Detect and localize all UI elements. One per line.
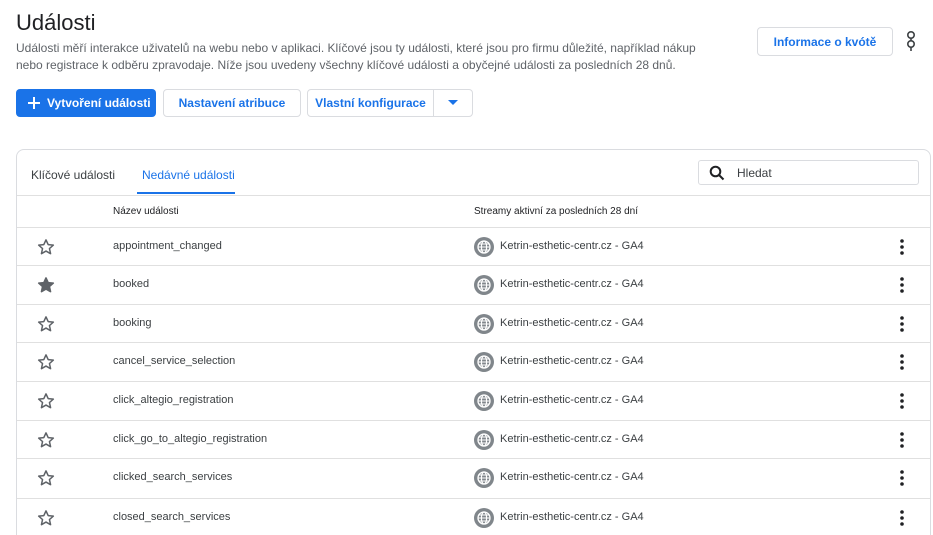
event-name[interactable]: booked [113, 278, 149, 290]
custom-config-group: Vlastní konfigurace [307, 89, 473, 117]
column-header-streams: Streamy aktivní za posledních 28 dní [474, 206, 638, 217]
tab-key-events[interactable]: Klíčové události [31, 168, 115, 182]
globe-icon [474, 275, 494, 295]
star-filled-icon[interactable] [37, 276, 55, 294]
page-description: Události měří interakce uživatelů na web… [16, 41, 696, 72]
create-event-button[interactable]: Vytvoření události [16, 89, 156, 117]
table-row: cancel_service_selection Ketrin-esthetic… [17, 342, 930, 380]
globe-icon [474, 237, 494, 257]
table-row: appointment_changed Ketrin-esthetic-cent… [17, 227, 930, 265]
globe-icon [474, 430, 494, 450]
table-row: click_altegio_registration Ketrin-esthet… [17, 381, 930, 419]
star-outline-icon[interactable] [37, 392, 55, 410]
search-icon [709, 165, 725, 180]
globe-icon [474, 391, 494, 411]
star-outline-icon[interactable] [37, 315, 55, 333]
more-vert-icon[interactable] [895, 431, 909, 449]
tab-recent-events[interactable]: Nedávné události [142, 168, 235, 182]
table-row: booked Ketrin-esthetic-centr.cz - GA4 [17, 265, 930, 303]
create-event-label: Vytvoření události [47, 96, 151, 110]
globe-icon [474, 352, 494, 372]
star-outline-icon[interactable] [37, 238, 55, 256]
events-card: Klíčové události Nedávné události Název … [16, 149, 931, 535]
page-title: Události [16, 10, 96, 35]
custom-config-dropdown[interactable] [434, 90, 472, 116]
table-row: clicked_search_services Ketrin-esthetic-… [17, 458, 930, 496]
event-stream: Ketrin-esthetic-centr.cz - GA4 [500, 278, 644, 290]
custom-config-button[interactable]: Vlastní konfigurace [308, 90, 434, 116]
event-name[interactable]: cancel_service_selection [113, 355, 235, 367]
event-stream: Ketrin-esthetic-centr.cz - GA4 [500, 511, 644, 523]
attribution-settings-button[interactable]: Nastavení atribuce [163, 89, 301, 117]
column-header-event-name: Název události [113, 206, 179, 217]
globe-icon [474, 508, 494, 528]
star-outline-icon[interactable] [37, 509, 55, 527]
star-outline-icon[interactable] [37, 431, 55, 449]
more-vert-icon[interactable] [895, 353, 909, 371]
plus-icon [28, 97, 40, 109]
star-outline-icon[interactable] [37, 469, 55, 487]
table-row: booking Ketrin-esthetic-centr.cz - GA4 [17, 304, 930, 342]
event-name[interactable]: click_altegio_registration [113, 394, 233, 406]
search-input[interactable] [737, 165, 897, 180]
event-stream: Ketrin-esthetic-centr.cz - GA4 [500, 394, 644, 406]
event-name[interactable]: booking [113, 317, 152, 329]
more-vert-icon[interactable] [895, 315, 909, 333]
star-outline-icon[interactable] [37, 353, 55, 371]
event-name[interactable]: appointment_changed [113, 240, 222, 252]
more-vert-icon[interactable] [895, 276, 909, 294]
event-name[interactable]: clicked_search_services [113, 471, 232, 483]
event-stream: Ketrin-esthetic-centr.cz - GA4 [500, 240, 644, 252]
event-stream: Ketrin-esthetic-centr.cz - GA4 [500, 433, 644, 445]
tab-divider [17, 195, 930, 196]
event-stream: Ketrin-esthetic-centr.cz - GA4 [500, 317, 644, 329]
chevron-down-icon [448, 100, 458, 105]
feedback-icon[interactable] [902, 30, 920, 52]
event-name[interactable]: closed_search_services [113, 511, 230, 523]
quota-info-button[interactable]: Informace o kvótě [757, 27, 893, 56]
event-name[interactable]: click_go_to_altegio_registration [113, 433, 267, 445]
globe-icon [474, 468, 494, 488]
more-vert-icon[interactable] [895, 392, 909, 410]
more-vert-icon[interactable] [895, 469, 909, 487]
event-stream: Ketrin-esthetic-centr.cz - GA4 [500, 355, 644, 367]
event-stream: Ketrin-esthetic-centr.cz - GA4 [500, 471, 644, 483]
more-vert-icon[interactable] [895, 509, 909, 527]
active-tab-indicator [137, 192, 235, 194]
globe-icon [474, 314, 494, 334]
more-vert-icon[interactable] [895, 238, 909, 256]
table-row: click_go_to_altegio_registration Ketrin-… [17, 420, 930, 458]
search-box [698, 160, 919, 185]
table-row: closed_search_services Ketrin-esthetic-c… [17, 498, 930, 535]
